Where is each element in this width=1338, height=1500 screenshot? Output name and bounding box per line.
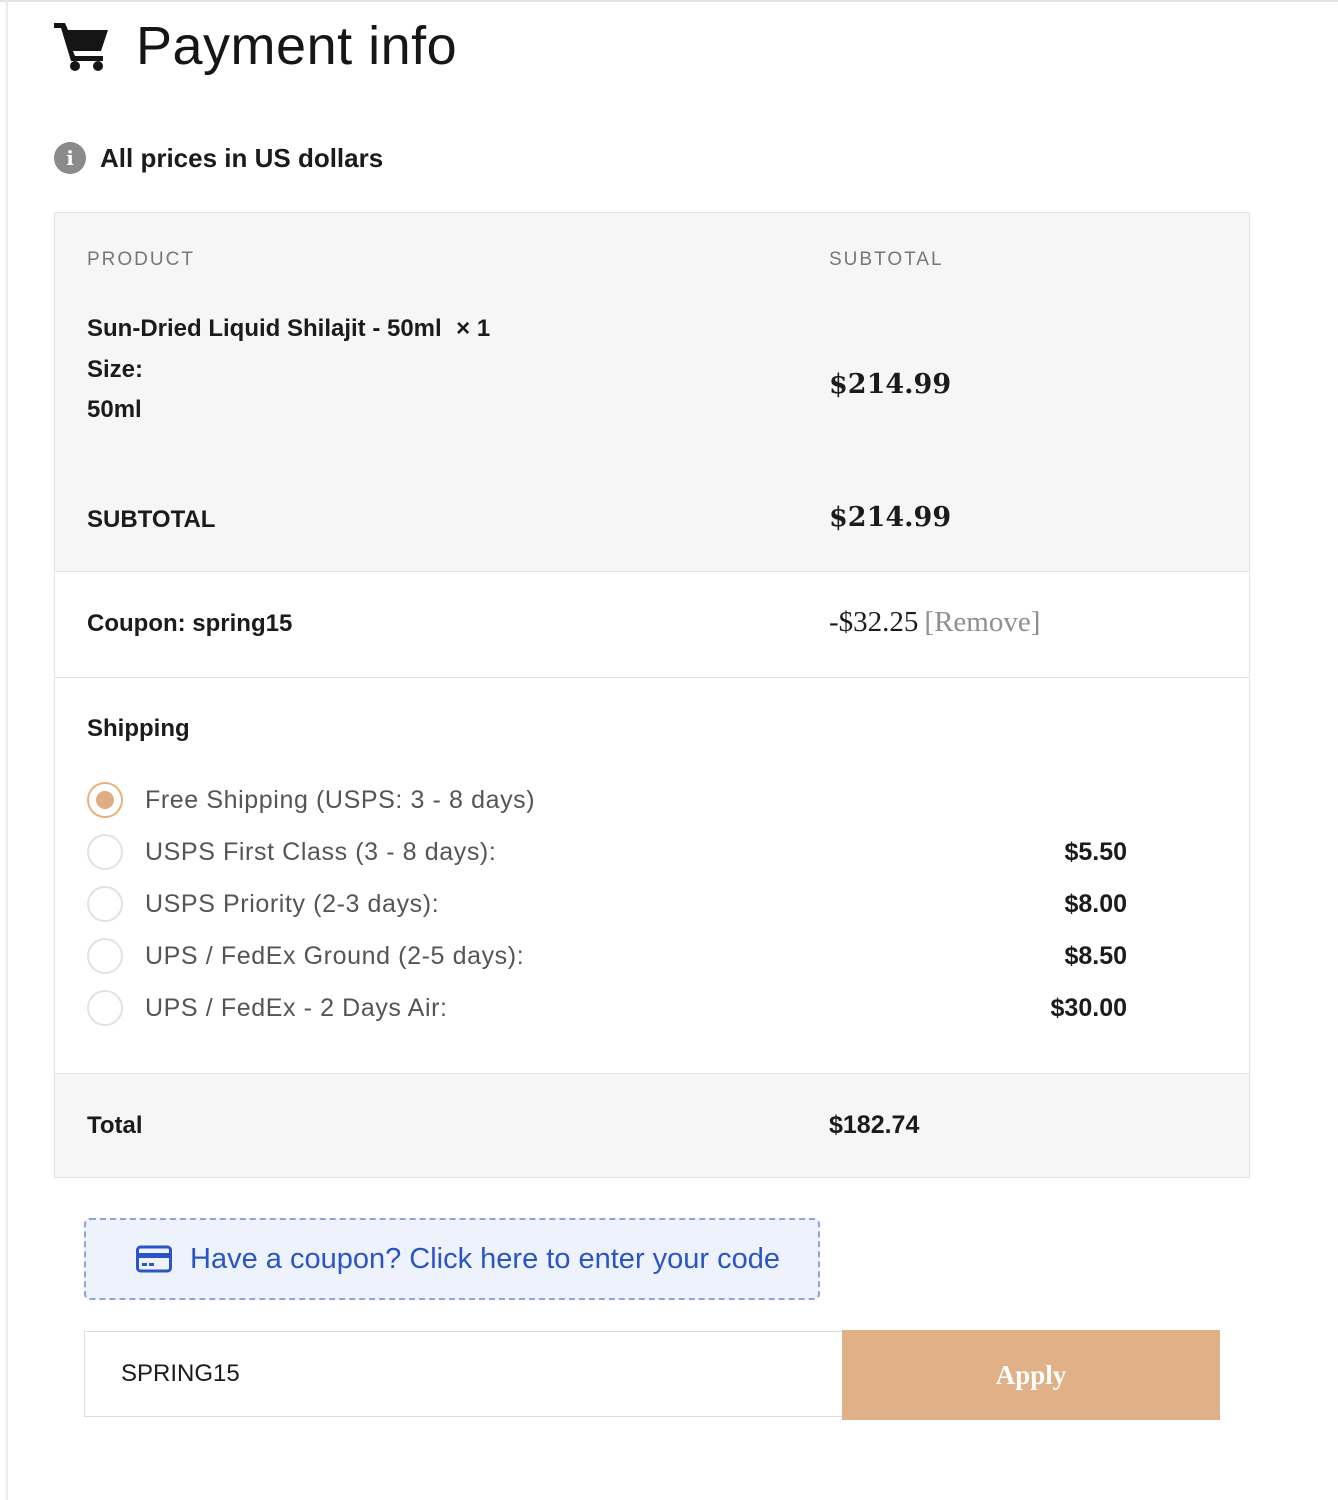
total-row: Total $182.74 — [55, 1073, 1249, 1177]
cart-icon — [54, 20, 110, 72]
shipping-option-free[interactable]: Free Shipping (USPS: 3 - 8 days) — [87, 782, 1127, 818]
currency-notice-text: All prices in US dollars — [100, 142, 384, 173]
page-header: Payment info — [54, 14, 457, 78]
shipping-radio-ups-ground[interactable] — [87, 938, 123, 974]
apply-coupon-button[interactable]: Apply — [842, 1330, 1220, 1420]
shipping-radio-ups-2day-air[interactable] — [87, 990, 123, 1026]
shipping-option-label: UPS / FedEx Ground (2-5 days): — [145, 941, 525, 970]
shipping-option-price: $8.50 — [1064, 941, 1127, 970]
coupon-row: Coupon: spring15 -$32.25 [Remove] — [55, 571, 1249, 677]
info-icon: i — [54, 142, 86, 174]
product-line: Sun-Dried Liquid Shilajit - 50ml × 1 — [87, 315, 490, 343]
shipping-option-label: Free Shipping (USPS: 3 - 8 days) — [145, 785, 536, 814]
credit-card-icon — [136, 1245, 172, 1273]
shipping-option-price: $5.50 — [1064, 837, 1127, 866]
remove-coupon-link[interactable]: [Remove] — [924, 606, 1040, 638]
coupon-amount-cell: -$32.25 [Remove] — [829, 606, 1040, 639]
top-divider — [0, 0, 1338, 2]
shipping-option-label: USPS Priority (2-3 days): — [145, 889, 440, 918]
product-quantity: × 1 — [456, 315, 491, 342]
page-title: Payment info — [136, 16, 458, 76]
shipping-section: Shipping Free Shipping (USPS: 3 - 8 days… — [55, 677, 1249, 1073]
subtotal-column-header: SUBTOTAL — [829, 249, 944, 270]
currency-notice: i All prices in US dollars — [54, 142, 383, 174]
coupon-form: Apply — [84, 1330, 1220, 1420]
product-price: $214.99 — [829, 369, 952, 400]
product-size-label: Size: — [87, 356, 144, 383]
shipping-option-label: USPS First Class (3 - 8 days): — [145, 837, 497, 866]
shipping-option-ups-ground[interactable]: UPS / FedEx Ground (2-5 days): $8.50 — [87, 938, 1127, 974]
left-divider — [6, 0, 8, 1500]
product-column-header: PRODUCT — [87, 249, 195, 270]
shipping-option-label: UPS / FedEx - 2 Days Air: — [145, 993, 448, 1022]
coupon-toggle-banner[interactable]: Have a coupon? Click here to enter your … — [84, 1218, 820, 1300]
shipping-heading: Shipping — [87, 715, 190, 742]
coupon-code-input[interactable] — [84, 1331, 842, 1417]
product-section: PRODUCT SUBTOTAL Sun-Dried Liquid Shilaj… — [55, 213, 1249, 571]
shipping-radio-usps-first-class[interactable] — [87, 834, 123, 870]
total-value: $182.74 — [829, 1111, 920, 1139]
shipping-radio-usps-priority[interactable] — [87, 886, 123, 922]
total-label: Total — [87, 1112, 143, 1139]
coupon-discount: -$32.25 — [829, 606, 919, 638]
order-summary-table: PRODUCT SUBTOTAL Sun-Dried Liquid Shilaj… — [54, 212, 1250, 1178]
shipping-option-price: $8.00 — [1064, 889, 1127, 918]
subtotal-value: $214.99 — [829, 502, 952, 533]
shipping-option-ups-2day-air[interactable]: UPS / FedEx - 2 Days Air: $30.00 — [87, 990, 1127, 1026]
shipping-radio-free[interactable] — [87, 782, 123, 818]
subtotal-label: SUBTOTAL — [87, 506, 216, 533]
product-name: Sun-Dried Liquid Shilajit - 50ml — [87, 315, 442, 342]
shipping-option-usps-priority[interactable]: USPS Priority (2-3 days): $8.00 — [87, 886, 1127, 922]
coupon-toggle-link[interactable]: Have a coupon? Click here to enter your … — [190, 1243, 780, 1276]
applied-coupon-label: Coupon: spring15 — [87, 610, 293, 637]
shipping-option-usps-first-class[interactable]: USPS First Class (3 - 8 days): $5.50 — [87, 834, 1127, 870]
shipping-option-price: $30.00 — [1050, 993, 1127, 1022]
product-size-value: 50ml — [87, 396, 142, 423]
